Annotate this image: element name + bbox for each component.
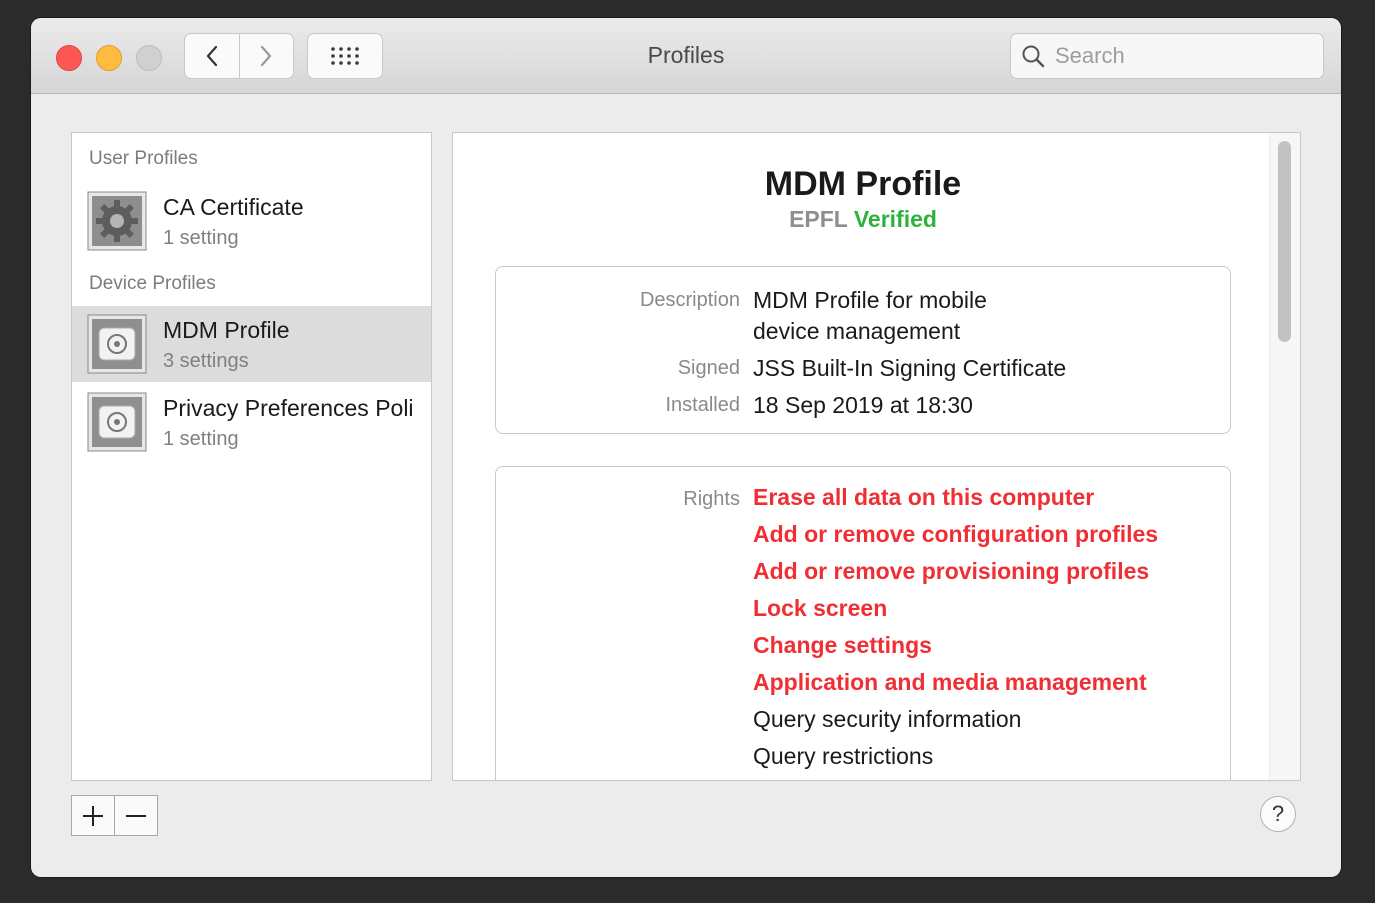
profile-icon: [87, 392, 147, 452]
right-item: Application and media management: [753, 669, 1147, 695]
installed-value: 18 Sep 2019 at 18:30: [753, 392, 973, 418]
profile-icon: [87, 314, 147, 374]
right-item: Query restrictions: [753, 743, 934, 769]
right-item: Add or remove configuration profiles: [753, 521, 1159, 547]
profile-item-ca-certificate[interactable]: CA Certificate 1 setting: [72, 183, 431, 259]
profile-name: Privacy Preferences Poli: [163, 395, 414, 421]
preferences-window: Profiles User Profiles: [31, 18, 1341, 877]
gear-certificate-icon: [87, 191, 147, 251]
right-item: Lock screen: [753, 595, 888, 621]
profile-info-box: Description MDM Profile for mobile devic…: [495, 266, 1231, 434]
profile-settings-count: 1 setting: [163, 428, 239, 450]
signed-label: Signed: [677, 357, 740, 379]
add-profile-button[interactable]: [72, 796, 114, 835]
profile-settings-count: 1 setting: [163, 227, 239, 249]
description-line-2: device management: [753, 318, 961, 344]
installed-label: Installed: [665, 394, 741, 416]
profile-settings-count: 3 settings: [163, 350, 249, 372]
scrollbar-thumb[interactable]: [1278, 141, 1291, 342]
signed-value: JSS Built-In Signing Certificate: [753, 355, 1067, 381]
profile-item-mdm-profile[interactable]: MDM Profile 3 settings: [72, 306, 431, 382]
profile-name: MDM Profile: [163, 317, 290, 343]
verified-status: Verified: [853, 206, 937, 232]
profile-item-privacy-preferences[interactable]: Privacy Preferences Poli 1 setting: [72, 384, 431, 460]
description-value: MDM Profile for mobile device management: [753, 285, 987, 347]
profile-title: MDM Profile: [764, 165, 962, 203]
rights-box: Rights Erase all data on this computer A…: [495, 466, 1231, 780]
search-input[interactable]: [1053, 42, 1297, 70]
title-bar: Profiles: [31, 18, 1341, 94]
right-item: Change settings: [753, 632, 932, 658]
device-profiles-header: Device Profiles: [89, 273, 216, 294]
search-field[interactable]: [1010, 33, 1324, 79]
plus-icon: [83, 805, 103, 826]
right-item: Erase all data on this computer: [753, 484, 1095, 510]
profiles-sidebar: User Profiles CA Certificate 1 setting D…: [71, 132, 432, 781]
remove-profile-button[interactable]: [114, 796, 157, 835]
rights-label: Rights: [683, 488, 740, 510]
minus-icon: [126, 814, 146, 817]
profile-detail-pane: MDM Profile EPFL Verified Description MD…: [452, 132, 1301, 781]
right-item: Query security information: [753, 706, 1022, 732]
profile-verification: EPFL Verified: [453, 206, 1273, 233]
profile-name: CA Certificate: [163, 194, 304, 220]
profile-organization: EPFL: [789, 206, 848, 232]
search-icon: [1022, 45, 1045, 68]
description-line-1: MDM Profile for mobile: [753, 287, 987, 313]
add-remove-buttons: [71, 795, 158, 836]
help-button[interactable]: ?: [1260, 796, 1296, 832]
description-label: Description: [639, 289, 740, 311]
user-profiles-header: User Profiles: [89, 148, 198, 169]
right-item: Add or remove provisioning profiles: [753, 558, 1150, 584]
